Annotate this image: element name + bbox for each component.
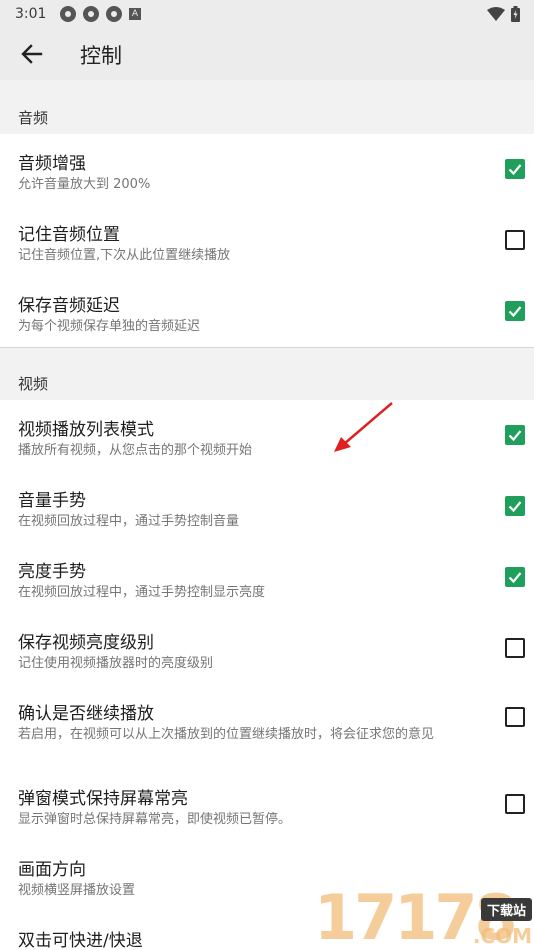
page-title: 控制 bbox=[80, 44, 122, 68]
gear-icon bbox=[83, 6, 99, 22]
status-bar: 3:01 A bbox=[0, 0, 534, 28]
setting-title: 音频增强 bbox=[18, 154, 86, 174]
battery-icon bbox=[511, 6, 520, 22]
setting-confirm-resume[interactable]: 确认是否继续播放 若启用，在视频可以从上次播放到的位置继续播放时，将会征求您的意… bbox=[0, 684, 534, 769]
setting-summary: 允许音量放大到 200% bbox=[18, 177, 151, 192]
back-arrow-icon[interactable] bbox=[18, 40, 46, 68]
section-header-video: 视频 bbox=[0, 348, 534, 400]
setting-title: 确认是否继续播放 bbox=[18, 704, 154, 724]
checkbox-checked[interactable] bbox=[505, 496, 525, 516]
setting-title: 弹窗模式保持屏幕常亮 bbox=[18, 789, 188, 809]
section-header-audio: 音频 bbox=[0, 80, 534, 134]
gear-icon bbox=[60, 6, 76, 22]
setting-video-playlist-mode[interactable]: 视频播放列表模式 播放所有视频，从您点击的那个视频开始 bbox=[0, 400, 534, 471]
checkbox-checked[interactable] bbox=[505, 567, 525, 587]
setting-summary: 在视频回放过程中，通过手势控制音量 bbox=[18, 514, 240, 529]
setting-title: 音量手势 bbox=[18, 491, 86, 511]
app-bar: 控制 bbox=[0, 28, 534, 80]
setting-summary: 若启用，在视频可以从上次播放到的位置继续播放时，将会征求您的意见 bbox=[18, 727, 435, 742]
checkbox-unchecked[interactable] bbox=[505, 794, 525, 814]
watermark-suffix: .COM bbox=[472, 924, 532, 948]
setting-save-audio-delay[interactable]: 保存音频延迟 为每个视频保存单独的音频延迟 bbox=[0, 276, 534, 347]
checkbox-checked[interactable] bbox=[505, 425, 525, 445]
gear-icon bbox=[106, 6, 122, 22]
setting-popup-keep-screen-on[interactable]: 弹窗模式保持屏幕常亮 显示弹窗时总保持屏幕常亮，即使视频已暂停。 bbox=[0, 769, 534, 840]
checkbox-checked[interactable] bbox=[505, 301, 525, 321]
wifi-icon bbox=[487, 7, 505, 21]
setting-title: 画面方向 bbox=[18, 860, 86, 880]
setting-title: 亮度手势 bbox=[18, 562, 86, 582]
annotation-arrow-icon bbox=[334, 402, 393, 452]
section-title: 视频 bbox=[18, 375, 49, 393]
checkbox-unchecked[interactable] bbox=[505, 707, 525, 727]
checkbox-checked[interactable] bbox=[505, 159, 525, 179]
setting-summary: 显示弹窗时总保持屏幕常亮，即使视频已暂停。 bbox=[18, 812, 292, 827]
notification-icons: A bbox=[60, 6, 141, 22]
setting-summary: 播放所有视频，从您点击的那个视频开始 bbox=[18, 443, 253, 458]
setting-title: 双击可快进/快退 bbox=[18, 931, 143, 950]
setting-brightness-gesture[interactable]: 亮度手势 在视频回放过程中，通过手势控制显示亮度 bbox=[0, 542, 534, 613]
section-title: 音频 bbox=[18, 109, 49, 127]
a-notification-icon: A bbox=[129, 8, 141, 20]
setting-title: 保存视频亮度级别 bbox=[18, 633, 154, 653]
system-icons bbox=[487, 6, 520, 22]
checkbox-unchecked[interactable] bbox=[505, 638, 525, 658]
setting-summary: 在视频回放过程中，通过手势控制显示亮度 bbox=[18, 585, 266, 600]
setting-volume-gesture[interactable]: 音量手势 在视频回放过程中，通过手势控制音量 bbox=[0, 471, 534, 542]
setting-save-video-brightness[interactable]: 保存视频亮度级别 记住使用视频播放器时的亮度级别 bbox=[0, 613, 534, 684]
setting-audio-boost[interactable]: 音频增强 允许音量放大到 200% bbox=[0, 134, 534, 205]
setting-summary: 为每个视频保存单独的音频延迟 bbox=[18, 319, 201, 334]
checkbox-unchecked[interactable] bbox=[505, 230, 525, 250]
setting-summary: 记住音频位置,下次从此位置继续播放 bbox=[18, 248, 231, 263]
status-time: 3:01 bbox=[15, 6, 47, 22]
watermark-badge: 下载站 bbox=[480, 898, 532, 921]
setting-title: 保存音频延迟 bbox=[18, 296, 120, 316]
setting-title: 记住音频位置 bbox=[18, 225, 120, 245]
site-watermark: 17178 下载站 .COM bbox=[310, 881, 534, 950]
setting-remember-audio-position[interactable]: 记住音频位置 记住音频位置,下次从此位置继续播放 bbox=[0, 205, 534, 276]
setting-title: 视频播放列表模式 bbox=[18, 420, 154, 440]
setting-summary: 记住使用视频播放器时的亮度级别 bbox=[18, 656, 214, 671]
